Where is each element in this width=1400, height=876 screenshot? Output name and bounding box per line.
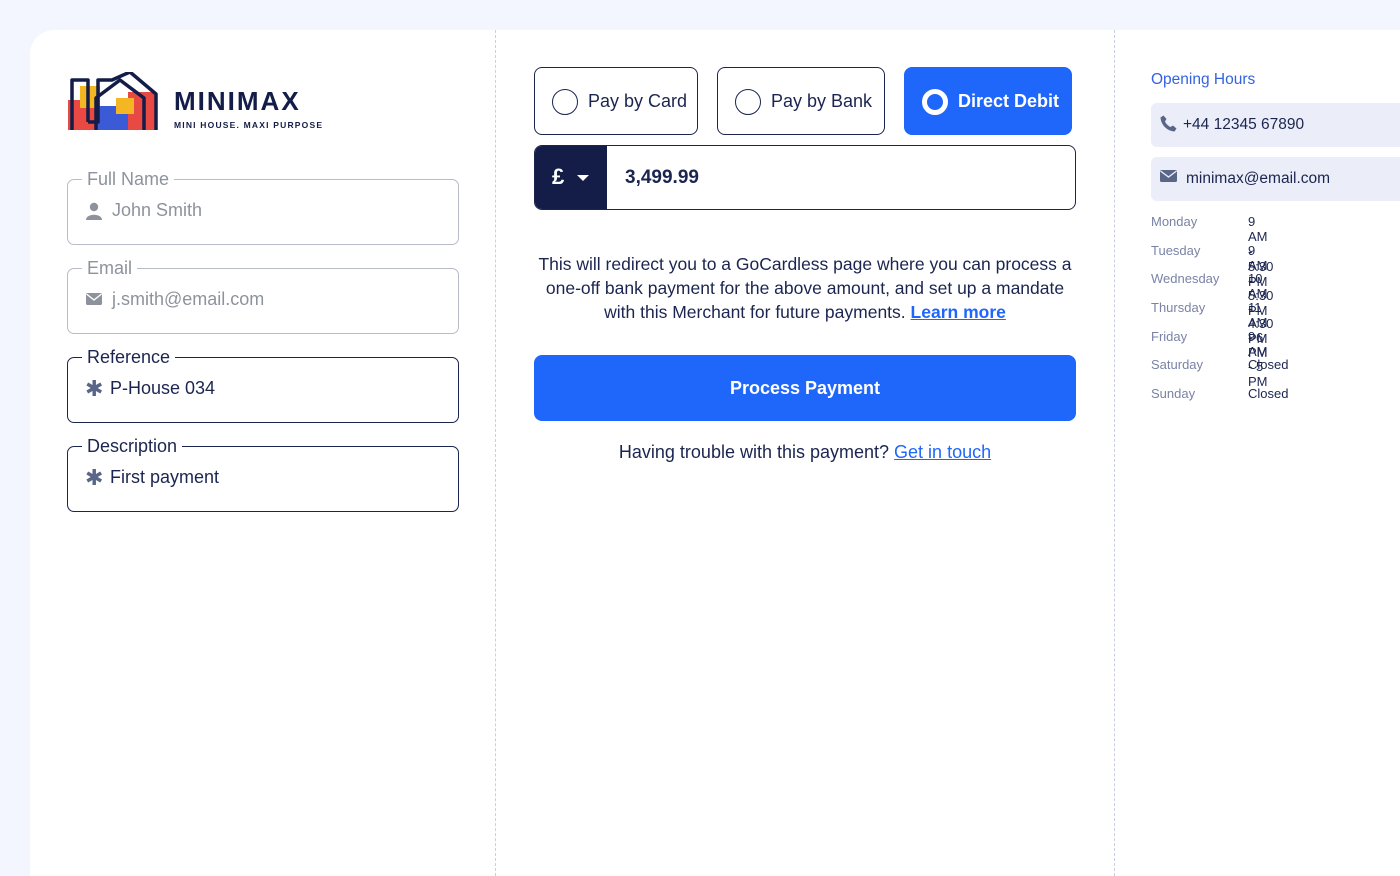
chevron-down-icon bbox=[577, 175, 589, 181]
radio-button[interactable] bbox=[735, 89, 761, 115]
phone-icon bbox=[1160, 115, 1178, 133]
pay-by-card-label: Pay by Card bbox=[588, 91, 688, 111]
brand-tagline: MINI HOUSE. MAXI PURPOSE bbox=[174, 120, 324, 130]
day-label: Tuesday bbox=[1151, 242, 1201, 258]
direct-debit-option[interactable]: Direct Debit bbox=[904, 67, 1072, 135]
contact-email: minimax@email.com bbox=[1186, 170, 1331, 187]
envelope-icon bbox=[1160, 169, 1178, 187]
email-label: Email bbox=[82, 257, 138, 279]
day-label: Thursday bbox=[1151, 300, 1206, 316]
trouble-question: Having trouble with this payment? bbox=[618, 442, 890, 462]
pay-by-bank-option[interactable]: Pay by Bank bbox=[717, 67, 885, 135]
description-field[interactable]: Description ✱ First payment bbox=[67, 435, 459, 512]
day-label: Saturday bbox=[1151, 357, 1204, 373]
day-label: Friday bbox=[1151, 328, 1188, 344]
asterisk-icon: ✱ bbox=[85, 376, 104, 401]
email-contact[interactable]: minimax@email.com bbox=[1151, 157, 1400, 201]
redirect-info-text: This will redirect you to a GoCardless p… bbox=[534, 252, 1076, 324]
amount-field[interactable]: £ 3,499.99 bbox=[534, 145, 1076, 210]
learn-more-link[interactable]: Learn more bbox=[911, 302, 1006, 322]
amount-input[interactable]: 3,499.99 bbox=[625, 167, 699, 189]
reference-input[interactable]: P-House 034 bbox=[110, 378, 215, 399]
pay-by-bank-label: Pay by Bank bbox=[771, 91, 873, 111]
full-name-field[interactable]: Full Name John Smith bbox=[67, 168, 459, 245]
house-logo-icon bbox=[68, 72, 158, 130]
currency-dropdown[interactable]: £ bbox=[535, 146, 607, 209]
day-label: Monday bbox=[1151, 214, 1198, 229]
full-name-input[interactable]: John Smith bbox=[112, 200, 202, 221]
reference-label: Reference bbox=[82, 346, 176, 368]
direct-debit-label: Direct Debit bbox=[958, 91, 1060, 111]
email-input[interactable]: j.smith@email.com bbox=[112, 289, 264, 310]
description-label: Description bbox=[82, 435, 183, 457]
phone-contact[interactable]: +44 12345 67890 bbox=[1151, 103, 1400, 147]
time-label: Closed bbox=[1248, 386, 1289, 402]
email-field[interactable]: Email j.smith@email.com bbox=[67, 257, 459, 334]
brand-logo: MINIMAX MINI HOUSE. MAXI PURPOSE bbox=[68, 72, 348, 130]
full-name-label: Full Name bbox=[82, 168, 175, 190]
time-label: Closed bbox=[1248, 357, 1289, 373]
opening-hours-title: Opening Hours bbox=[1151, 71, 1256, 88]
envelope-icon bbox=[85, 291, 103, 309]
phone-number: +44 12345 67890 bbox=[1183, 116, 1305, 133]
column-divider-left bbox=[495, 30, 496, 876]
day-label: Sunday bbox=[1151, 386, 1196, 402]
column-divider-right bbox=[1114, 30, 1115, 876]
radio-button[interactable] bbox=[552, 89, 578, 115]
day-label: Wednesday bbox=[1151, 271, 1220, 287]
brand-name: MINIMAX bbox=[174, 86, 301, 116]
radio-button-selected[interactable] bbox=[922, 89, 948, 115]
description-input[interactable]: First payment bbox=[110, 467, 219, 488]
asterisk-icon: ✱ bbox=[85, 465, 104, 490]
get-in-touch-link[interactable]: Get in touch bbox=[894, 442, 991, 462]
reference-field[interactable]: Reference ✱ P-House 034 bbox=[67, 346, 459, 423]
process-payment-button[interactable]: Process Payment bbox=[534, 355, 1076, 421]
pay-by-card-option[interactable]: Pay by Card bbox=[534, 67, 698, 135]
trouble-text: Having trouble with this payment? Get in… bbox=[534, 442, 1076, 463]
currency-symbol: £ bbox=[552, 164, 565, 189]
user-icon bbox=[85, 202, 103, 220]
